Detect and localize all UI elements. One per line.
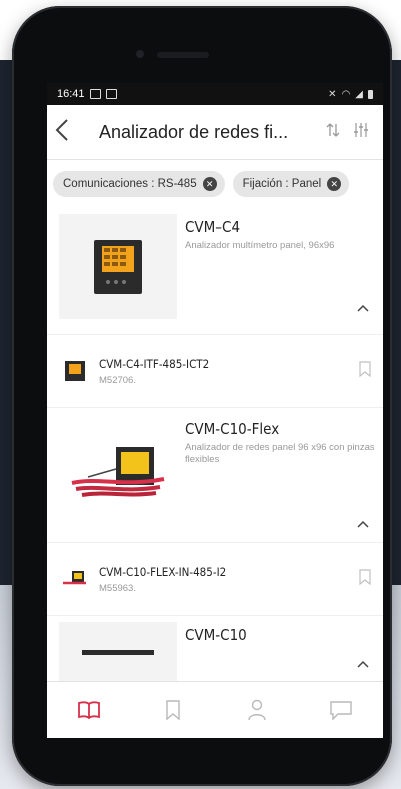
product-card-cvm-c4[interactable]: CVM–C4 Analizador multímetro panel, 96x9… bbox=[47, 208, 383, 334]
chevron-up-icon[interactable] bbox=[357, 300, 369, 315]
bottom-navigation bbox=[47, 681, 383, 738]
bookmark-icon[interactable] bbox=[153, 690, 193, 730]
battery-icon bbox=[368, 89, 373, 99]
product-description: Analizador de redes panel 96 x96 con pin… bbox=[185, 442, 375, 465]
catalog-book-icon[interactable] bbox=[69, 690, 109, 730]
chat-message-icon[interactable] bbox=[321, 690, 361, 730]
chevron-up-icon[interactable] bbox=[357, 516, 369, 531]
variant-reference: M52706. bbox=[99, 374, 136, 386]
status-bar: 16:41 ✕ ◠ ◢ bbox=[47, 83, 383, 105]
sort-icon[interactable] bbox=[319, 122, 347, 142]
product-name: CVM–C4 bbox=[185, 218, 241, 236]
variant-thumbnail bbox=[59, 563, 91, 595]
remove-filter-icon[interactable]: ✕ bbox=[202, 177, 217, 191]
front-camera bbox=[136, 50, 144, 58]
phone-frame: 16:41 ✕ ◠ ◢ Analizador de redes fi... Co… bbox=[12, 6, 392, 786]
status-time: 16:41 bbox=[57, 88, 85, 100]
user-profile-icon[interactable] bbox=[237, 690, 277, 730]
mute-icon: ✕ bbox=[328, 88, 337, 100]
filter-chip-label: Comunicaciones : RS-485 bbox=[63, 178, 197, 190]
product-image bbox=[59, 214, 177, 319]
filter-chip-mounting[interactable]: Fijación : Panel ✕ bbox=[232, 171, 350, 197]
product-card-cvm-c10-flex[interactable]: CVM-C10-Flex Analizador de redes panel 9… bbox=[47, 408, 383, 542]
product-name: CVM-C10-Flex bbox=[185, 420, 280, 438]
product-image bbox=[59, 622, 177, 682]
variant-reference: M55963. bbox=[99, 582, 136, 594]
bookmark-icon[interactable] bbox=[359, 360, 371, 382]
earpiece-speaker bbox=[157, 52, 209, 58]
variant-code: CVM-C10-FLEX-IN-485-I2 bbox=[99, 564, 227, 579]
signal-icon: ◢ bbox=[355, 88, 363, 100]
filter-sliders-icon[interactable] bbox=[347, 122, 375, 142]
chevron-up-icon[interactable] bbox=[357, 656, 369, 671]
filter-chip-label: Fijación : Panel bbox=[242, 178, 322, 190]
app-header: Analizador de redes fi... bbox=[47, 105, 383, 160]
wifi-icon: ◠ bbox=[341, 88, 351, 100]
back-arrow-icon[interactable] bbox=[55, 119, 81, 145]
page-title: Analizador de redes fi... bbox=[99, 121, 289, 142]
image-notification-icon bbox=[89, 89, 101, 99]
remove-filter-icon[interactable]: ✕ bbox=[327, 177, 342, 191]
variant-thumbnail bbox=[59, 355, 91, 387]
filter-chip-communications[interactable]: Comunicaciones : RS-485 ✕ bbox=[53, 171, 225, 197]
list-item[interactable]: CVM-C10-FLEX-IN-485-I2 M55963. bbox=[47, 542, 383, 616]
product-description: Analizador multímetro panel, 96x96 bbox=[185, 240, 335, 251]
variant-code: CVM-C4-ITF-485-ICT2 bbox=[99, 356, 210, 371]
gallery-notification-icon bbox=[105, 89, 117, 99]
list-item[interactable]: CVM-C4-ITF-485-ICT2 M52706. bbox=[47, 334, 383, 408]
active-filters: Comunicaciones : RS-485 ✕ Fijación : Pan… bbox=[47, 160, 383, 208]
product-image bbox=[59, 414, 177, 534]
bookmark-icon[interactable] bbox=[359, 568, 371, 590]
product-name: CVM-C10 bbox=[185, 626, 247, 644]
app-screen: 16:41 ✕ ◠ ◢ Analizador de redes fi... Co… bbox=[47, 83, 383, 738]
